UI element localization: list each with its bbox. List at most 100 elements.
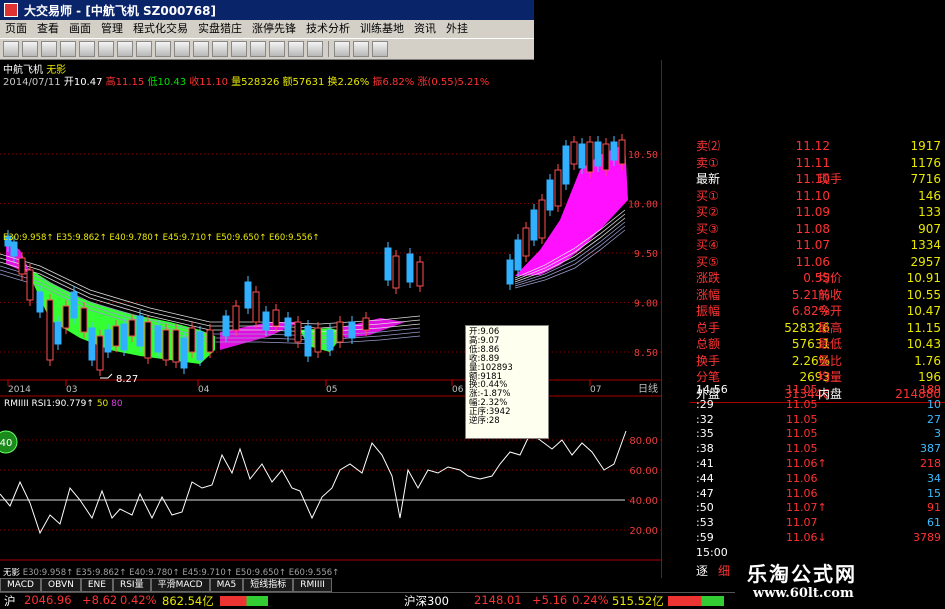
quote-volume: 7716 bbox=[910, 172, 941, 186]
info-volume: 量528326 bbox=[231, 77, 280, 88]
window-title: 大交易师 - [中航飞机 SZ000768] bbox=[24, 3, 216, 18]
more-tool-icon[interactable] bbox=[372, 41, 388, 57]
candle-body bbox=[262, 311, 270, 331]
date-tick-label: 05 bbox=[326, 385, 337, 395]
candle-body bbox=[602, 143, 610, 171]
menu-item-9[interactable]: 资讯 bbox=[409, 20, 441, 38]
quote-row: 买② 11.09 133 bbox=[690, 204, 945, 220]
f10-tool-icon[interactable] bbox=[231, 41, 247, 57]
indicator-tab[interactable]: RSI量 bbox=[112, 578, 151, 592]
quote-bottom-tab[interactable]: 细 bbox=[718, 564, 730, 578]
hs-breadth-bar bbox=[668, 596, 724, 606]
date-tick-label: 07 bbox=[590, 385, 601, 395]
period-label: 日线 bbox=[638, 382, 658, 395]
quote-volume: 1917 bbox=[910, 139, 941, 153]
sh-label: 沪 bbox=[4, 594, 16, 608]
quote-row: 总额 57631 最低 10.43 bbox=[690, 336, 945, 352]
menu-item-6[interactable]: 涨停先锋 bbox=[247, 20, 301, 38]
quote-field-label: 最低 bbox=[818, 337, 843, 351]
kline-tool-icon[interactable] bbox=[212, 41, 228, 57]
candle-body bbox=[120, 323, 128, 351]
info-line: 2014/07/11 开10.47 高11.15 低10.43 收11.10 量… bbox=[3, 73, 489, 88]
candle-body bbox=[546, 179, 554, 211]
tick-row: :44 11.06 34 bbox=[690, 471, 945, 486]
minute-tool-icon[interactable] bbox=[174, 41, 190, 57]
indicator-tab[interactable]: ENE bbox=[80, 578, 113, 592]
zoom-out-tool-icon[interactable] bbox=[79, 41, 95, 57]
date-tick-label: 03 bbox=[66, 385, 77, 395]
candle-body bbox=[348, 321, 356, 339]
date-tick-label: 2014 bbox=[8, 385, 31, 395]
menu-item-8[interactable]: 训练基地 bbox=[355, 20, 409, 38]
tooltip-line: 逆序:28 bbox=[469, 416, 500, 427]
candle-body bbox=[294, 321, 302, 343]
quote-field-label: 均价 bbox=[818, 271, 843, 285]
quote-label: 涨幅 bbox=[696, 287, 721, 302]
watermark-title: 乐淘公式网 bbox=[747, 562, 857, 586]
tick-row: :29 11.05 10 bbox=[690, 397, 945, 412]
menu-item-0[interactable]: 页面 bbox=[0, 20, 32, 38]
quote-volume: 1.76 bbox=[914, 353, 941, 368]
grid-tool-icon[interactable] bbox=[136, 41, 152, 57]
list-tool-icon[interactable] bbox=[117, 41, 133, 57]
tick-row: :41 11.06↑ 218 bbox=[690, 456, 945, 471]
menu-item-7[interactable]: 技术分析 bbox=[301, 20, 355, 38]
forward-tool-icon[interactable] bbox=[22, 41, 38, 57]
candle-body bbox=[610, 141, 618, 161]
price-tick-label: 9.50 bbox=[634, 249, 658, 260]
draw-tool-icon[interactable] bbox=[269, 41, 285, 57]
quote-bottom-tab[interactable]: 逐 bbox=[696, 564, 708, 578]
low-price-label: 8.27 bbox=[116, 374, 138, 385]
pen-tool-icon[interactable] bbox=[288, 41, 304, 57]
candle-body bbox=[506, 259, 514, 285]
menu-item-2[interactable]: 画面 bbox=[64, 20, 96, 38]
kline-chart[interactable]: 10.50 10.00 9.50 9.00 8.50 2014 03 04 05 06 07 日线 8.… bbox=[0, 60, 661, 578]
info-amount: 额57631 bbox=[282, 77, 325, 88]
chart-tool-icon[interactable] bbox=[155, 41, 171, 57]
tools-tool-icon[interactable] bbox=[353, 41, 369, 57]
candle-body bbox=[104, 329, 112, 353]
tick-price: 11.05 bbox=[786, 397, 818, 411]
indicator-tab[interactable]: 平滑MACD bbox=[150, 578, 210, 592]
refresh-tool-icon[interactable] bbox=[98, 41, 114, 57]
indicator-tab[interactable]: 短线指标 bbox=[243, 578, 294, 592]
indicator-tick-label: 40.00 bbox=[629, 496, 658, 507]
sh-amount: 862.54亿 bbox=[162, 594, 214, 608]
quote-label: 卖⑵ bbox=[696, 139, 721, 153]
rsi-line bbox=[0, 430, 627, 535]
back-tool-icon[interactable] bbox=[3, 41, 19, 57]
candle-body bbox=[10, 241, 18, 257]
menu-bar: 页面 查看 画面 管理 程式化交易 实盘猎庄 涨停先锋 技术分析 训练基地 资讯 外挂 bbox=[0, 20, 534, 38]
indicator-tab[interactable]: RMIIII bbox=[293, 578, 332, 592]
quote-price: 11.11 bbox=[795, 155, 830, 170]
price-tick-label: 9.00 bbox=[634, 299, 658, 310]
tick-time: :53 bbox=[696, 516, 714, 530]
menu-item-4[interactable]: 程式化交易 bbox=[128, 20, 193, 38]
quote-row: 卖⑵ 11.12 1917 bbox=[690, 138, 945, 154]
indicator-tab[interactable]: OBVN bbox=[40, 578, 81, 592]
tick-time: :32 bbox=[696, 412, 714, 426]
indicator-tab[interactable]: MA5 bbox=[209, 578, 244, 592]
candle-body bbox=[384, 247, 392, 281]
line-tool-icon[interactable] bbox=[307, 41, 323, 57]
axis-divider bbox=[661, 60, 662, 578]
zoom-in-tool-icon[interactable] bbox=[60, 41, 76, 57]
indicator-tabs: MACD OBVN ENE RSI量 平滑MACD MA5 短线指标 RMIIII bbox=[0, 578, 534, 592]
page-tool-icon[interactable] bbox=[41, 41, 57, 57]
arrow-tool-icon[interactable] bbox=[334, 41, 350, 57]
print-tool-icon[interactable] bbox=[250, 41, 266, 57]
menu-item-1[interactable]: 查看 bbox=[32, 20, 64, 38]
quote-volume: 10.55 bbox=[906, 287, 941, 302]
quote-label: 买① bbox=[696, 188, 719, 203]
tick-volume: 61 bbox=[927, 516, 941, 530]
tick-tool-icon[interactable] bbox=[193, 41, 209, 57]
tick-time: :44 bbox=[696, 471, 714, 485]
indicator-tab[interactable]: MACD bbox=[0, 578, 41, 592]
indicator-rsi: RSI1:90.779↑ bbox=[31, 399, 94, 409]
menu-item-5[interactable]: 实盘猎庄 bbox=[193, 20, 247, 38]
menu-item-3[interactable]: 管理 bbox=[96, 20, 128, 38]
candle-body bbox=[336, 321, 344, 343]
tick-time: :41 bbox=[696, 457, 714, 470]
quote-row: 买① 11.10 146 bbox=[690, 188, 945, 204]
menu-item-10[interactable]: 外挂 bbox=[441, 20, 473, 38]
